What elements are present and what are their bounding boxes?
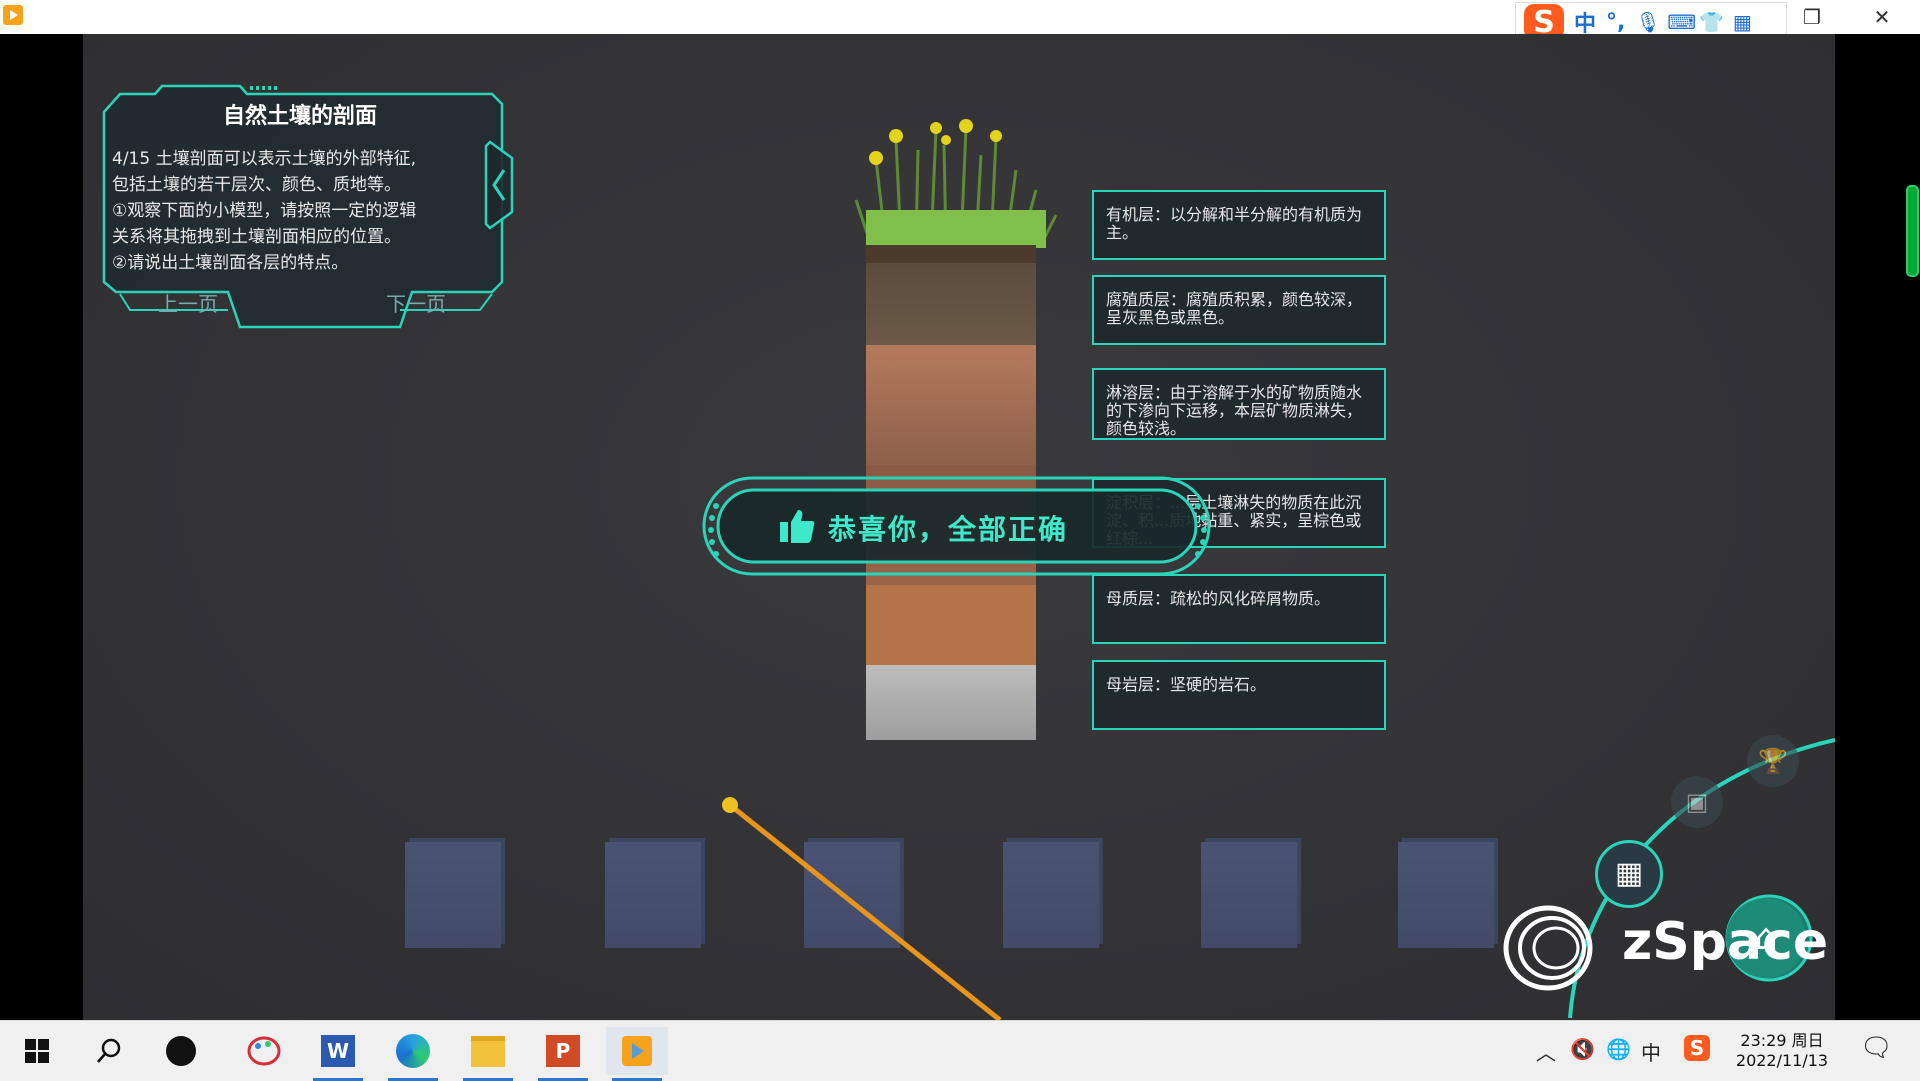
layer-card-text: 母质层：疏松的风化碎屑物质。 — [1106, 589, 1331, 608]
apps-icon[interactable]: ▦ — [1731, 11, 1753, 33]
soil-layer-parent-material — [866, 585, 1036, 665]
image-menu-button[interactable]: ▣ — [1671, 776, 1723, 828]
powerpoint-button[interactable]: P — [532, 1027, 594, 1081]
keyboard-icon[interactable]: ⌨ — [1667, 11, 1696, 33]
model-slot[interactable] — [405, 842, 501, 948]
soil-layer-organic — [866, 245, 1036, 263]
sogou-tray-icon[interactable]: S — [1684, 1035, 1710, 1061]
next-page-button[interactable]: 下一页 — [356, 288, 476, 317]
pinwheel-app-icon — [166, 1036, 196, 1066]
panel-line: ①观察下面的小模型，请按照一定的逻辑 — [112, 201, 417, 221]
show-hidden-icons-button[interactable]: ︿ — [1536, 1037, 1556, 1066]
thumbs-up-icon — [780, 510, 815, 543]
clock-date[interactable]: 2022/11/13 — [1722, 1051, 1842, 1070]
side-scroll-indicator[interactable] — [1906, 185, 1919, 277]
close-button[interactable]: ✕ — [1862, 4, 1902, 30]
success-banner: 恭喜你，全部正确 — [700, 472, 1215, 580]
mic-icon[interactable]: 🎙 — [1635, 11, 1660, 33]
grid-icon: ▦ — [1614, 856, 1644, 891]
word-icon: W — [321, 1035, 355, 1067]
start-icon — [25, 1039, 49, 1063]
stylus-pointer — [722, 797, 1002, 1022]
info-panel: 自然土壤的剖面 4/15 土壤剖面可以表示土壤的外部特征, 包括土壤的若干层次、… — [100, 82, 510, 332]
close-icon: ✕ — [1873, 5, 1891, 29]
model-slot[interactable] — [1201, 842, 1297, 948]
chevron-up-icon: ︿ — [1536, 1041, 1556, 1065]
layer-card-bedrock[interactable]: 母岩层：坚硬的岩石。 — [1092, 660, 1386, 730]
powerpoint-icon: P — [546, 1035, 580, 1067]
trophy-menu-button[interactable]: 🏆 — [1747, 735, 1799, 787]
paint-app-button[interactable] — [233, 1027, 295, 1075]
layer-card-text: 母岩层：坚硬的岩石。 — [1106, 675, 1267, 694]
edge-icon — [396, 1034, 430, 1068]
layer-card-text: 有机层：以分解和半分解的有机质为主。 — [1106, 205, 1363, 242]
media-player-icon — [622, 1036, 652, 1066]
trophy-icon: 🏆 — [1758, 747, 1788, 775]
clock-time[interactable]: 23:29 周日 — [1732, 1027, 1832, 1051]
word-button[interactable]: W — [307, 1027, 369, 1081]
collapse-panel-button[interactable] — [482, 138, 520, 232]
success-message: 恭喜你，全部正确 — [828, 513, 1069, 546]
ime-punctuation-toggle[interactable]: °, — [1606, 10, 1625, 35]
network-globe-icon[interactable]: 🌐 — [1606, 1037, 1631, 1061]
layer-card-humus[interactable]: 腐殖质层：腐殖质积累，颜色较深，呈灰黑色或黑色。 — [1092, 275, 1386, 345]
image-icon: ▣ — [1685, 788, 1709, 816]
model-slot[interactable] — [605, 842, 701, 948]
file-explorer-button[interactable] — [457, 1027, 519, 1081]
panel-description: 4/15 土壤剖面可以表示土壤的外部特征, 包括土壤的若干层次、颜色、质地等。 … — [112, 146, 482, 276]
window-title-bar: S 中 °, 🎙 ⌨ 👕 ▦ ❐ ✕ — [0, 0, 1920, 42]
restore-icon: ❐ — [1803, 5, 1821, 29]
volume-muted-icon[interactable]: 🔇 — [1570, 1037, 1595, 1061]
panel-line: 关系将其拖拽到土壤剖面相应的位置。 — [112, 227, 401, 247]
paint-app-icon — [247, 1036, 281, 1066]
layer-card-text: 腐殖质层：腐殖质积累，颜色较深，呈灰黑色或黑色。 — [1106, 290, 1363, 327]
layer-card-parent-material[interactable]: 母质层：疏松的风化碎屑物质。 — [1092, 574, 1386, 644]
input-language-indicator[interactable]: 中 — [1641, 1037, 1661, 1066]
panel-line: 包括土壤的若干层次、颜色、质地等。 — [112, 175, 401, 195]
panel-line: 4/15 土壤剖面可以表示土壤的外部特征, — [112, 149, 416, 169]
soil-grass-top — [854, 119, 1058, 248]
panel-line: ②请说出土壤剖面各层的特点。 — [112, 253, 349, 273]
zspace-brand: zSpace — [1622, 912, 1829, 972]
taskbar: W P ︿ 🔇 🌐 中 S 23:29 周日 2022/11/13 🗨 — [0, 1020, 1920, 1081]
panel-title: 自然土壤的剖面 — [222, 104, 377, 129]
pinwheel-app-button[interactable] — [150, 1027, 212, 1075]
notification-center-icon[interactable]: 🗨 — [1860, 1033, 1893, 1063]
layer-card-organic[interactable]: 有机层：以分解和半分解的有机质为主。 — [1092, 190, 1386, 260]
model-slot[interactable] — [1398, 842, 1494, 948]
search-icon — [97, 1038, 121, 1063]
media-player-button[interactable] — [606, 1027, 668, 1081]
shirt-icon[interactable]: 👕 — [1699, 11, 1724, 33]
start-button[interactable] — [6, 1027, 68, 1075]
zspace-logo-icon — [1503, 905, 1593, 991]
file-explorer-icon — [471, 1035, 505, 1067]
model-slot[interactable] — [1003, 842, 1099, 948]
layer-card-leaching[interactable]: 淋溶层：由于溶解于水的矿物质随水的下渗向下运移，本层矿物质淋失，颜色较浅。 — [1092, 368, 1386, 440]
soil-layer-bedrock — [866, 665, 1036, 740]
edge-button[interactable] — [382, 1027, 444, 1081]
prev-page-button[interactable]: 上一页 — [128, 288, 248, 317]
search-button[interactable] — [78, 1027, 140, 1075]
soil-layer-humus — [866, 263, 1036, 345]
restore-button[interactable]: ❐ — [1792, 4, 1832, 30]
soil-layer-leaching — [866, 345, 1036, 465]
layer-card-text: 淋溶层：由于溶解于水的矿物质随水的下渗向下运移，本层矿物质淋失，颜色较浅。 — [1106, 383, 1363, 438]
media-player-icon — [3, 5, 23, 25]
